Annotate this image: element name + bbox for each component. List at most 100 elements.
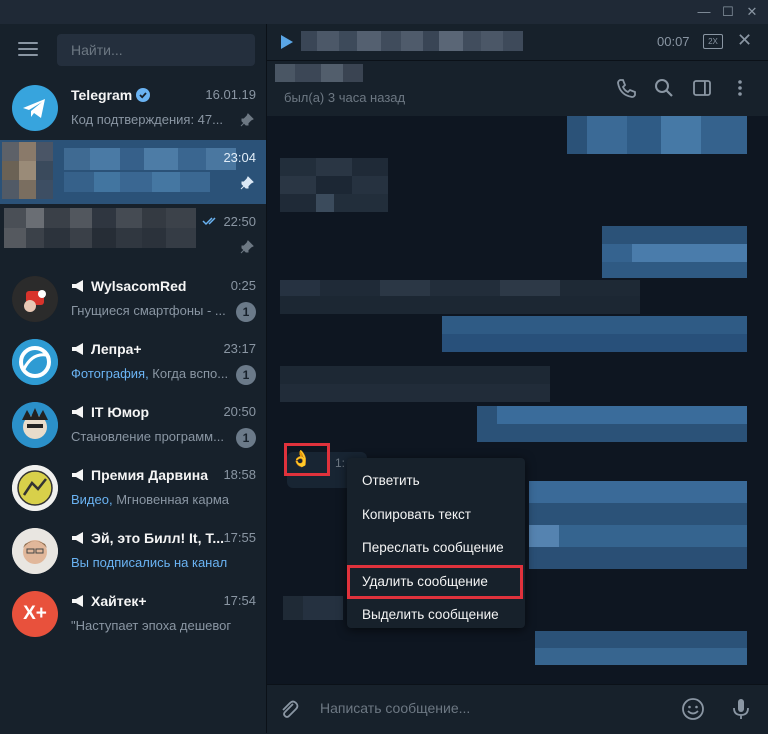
unread-badge: 1 bbox=[236, 365, 256, 385]
attach-icon[interactable] bbox=[277, 697, 301, 721]
blurred-avatar bbox=[2, 142, 53, 199]
chat-preview: Становление программ... bbox=[71, 429, 224, 444]
chat-time: 23:17 bbox=[223, 341, 256, 356]
player-close-icon[interactable]: ✕ bbox=[737, 30, 752, 51]
bill-avatar bbox=[12, 528, 58, 574]
chat-time: 17:55 bbox=[223, 530, 256, 545]
blurred-contact-name bbox=[275, 64, 363, 82]
hightech-avatar: X+ bbox=[12, 591, 58, 637]
chat-name: WylsacomRed bbox=[71, 278, 186, 294]
menu-item-select[interactable]: Выделить сообщение bbox=[347, 598, 525, 632]
contact-status: был(а) 3 часа назад bbox=[284, 90, 406, 105]
chat-time: 18:58 bbox=[223, 467, 256, 482]
chat-item-lepra[interactable]: Лепра+ 23:17 Фотография, Когда вспо... 1 bbox=[0, 331, 266, 394]
message-time: 1: bbox=[335, 456, 346, 470]
chat-item-active[interactable]: 23:04 bbox=[0, 140, 266, 204]
chat-item-hightech[interactable]: X+ Хайтек+ 17:54 "Наступает эпоха дешево… bbox=[0, 583, 266, 646]
megaphone-icon bbox=[72, 343, 83, 355]
chat-time: 20:50 bbox=[223, 404, 256, 419]
chat-name: Хайтек+ bbox=[71, 593, 147, 609]
message-bubble-outgoing bbox=[567, 116, 747, 154]
player-time: 00:07 bbox=[657, 34, 690, 49]
wylsacomred-avatar bbox=[12, 276, 58, 322]
search-input[interactable]: Найти... bbox=[57, 34, 255, 66]
sidebar-toggle-icon[interactable] bbox=[691, 77, 713, 99]
message-bubble-outgoing bbox=[477, 406, 747, 442]
blurred-chat-content bbox=[4, 208, 196, 248]
chat-preview: "Наступает эпоха дешевого... bbox=[71, 618, 231, 633]
menu-item-reply[interactable]: Ответить bbox=[347, 464, 525, 498]
hamburger-menu-icon[interactable] bbox=[18, 42, 38, 56]
message-bubble-outgoing bbox=[535, 631, 747, 665]
chat-preview: Гнущиеся смартфоны - ... bbox=[71, 303, 226, 318]
chat-time: 23:04 bbox=[223, 150, 256, 165]
chat-name: Эй, это Билл! It, T... bbox=[71, 530, 224, 546]
chat-list-sidebar: Найти... Telegram 16.01.19 Код подтвержд… bbox=[0, 24, 267, 733]
chat-preview: Код подтверждения: 47... bbox=[71, 112, 223, 127]
menu-item-copy-text[interactable]: Копировать текст bbox=[347, 498, 525, 532]
chat-item-telegram[interactable]: Telegram 16.01.19 Код подтверждения: 47.… bbox=[0, 77, 266, 139]
chat-name: Telegram bbox=[71, 87, 151, 103]
chat-preview: Видео, Мгновенная карма з... bbox=[71, 492, 231, 507]
message-input[interactable]: Написать сообщение... bbox=[320, 700, 470, 716]
microphone-icon[interactable] bbox=[729, 697, 753, 721]
chat-name: Премия Дарвина bbox=[71, 467, 208, 483]
chat-preview: Фотография, Когда вспо... bbox=[71, 366, 229, 381]
message-bubble-outgoing bbox=[602, 226, 747, 278]
message-bubble-incoming bbox=[280, 366, 550, 402]
chat-main-panel: 00:07 2X ✕ был(а) 3 часа назад 👌 1: Отве… bbox=[267, 24, 768, 734]
pin-icon bbox=[240, 113, 254, 127]
verified-icon bbox=[136, 88, 151, 102]
play-icon[interactable] bbox=[280, 34, 294, 50]
chat-time: 17:54 bbox=[223, 593, 256, 608]
it-humor-avatar bbox=[12, 402, 58, 448]
chat-item-darwin-award[interactable]: Премия Дарвина 18:58 Видео, Мгновенная к… bbox=[0, 457, 266, 520]
playback-speed-button[interactable]: 2X bbox=[703, 34, 723, 49]
chat-name: Лепра+ bbox=[71, 341, 142, 357]
emoji-icon[interactable] bbox=[681, 697, 705, 721]
minimize-button[interactable]: — bbox=[694, 2, 714, 22]
lepra-avatar bbox=[12, 339, 58, 385]
chat-item-blurred[interactable]: 22:50 bbox=[0, 204, 266, 268]
darwin-award-avatar bbox=[12, 465, 58, 511]
chat-item-wylsacomred[interactable]: WylsacomRed 0:25 Гнущиеся смартфоны - ..… bbox=[0, 268, 266, 331]
chat-item-it-humor[interactable]: IT Юмор 20:50 Становление программ... 1 bbox=[0, 394, 266, 457]
pin-icon bbox=[240, 240, 254, 254]
unread-badge: 1 bbox=[236, 302, 256, 322]
menu-item-forward[interactable]: Переслать сообщение bbox=[347, 531, 525, 565]
message-bubble-outgoing bbox=[529, 481, 747, 569]
telegram-avatar bbox=[12, 85, 58, 131]
megaphone-icon bbox=[72, 469, 83, 481]
maximize-button[interactable]: ☐ bbox=[718, 2, 738, 22]
unread-badge: 1 bbox=[236, 428, 256, 448]
search-icon[interactable] bbox=[653, 77, 675, 99]
blurred-track-title bbox=[301, 31, 523, 51]
megaphone-icon bbox=[72, 280, 83, 292]
emoji-highlight-frame bbox=[284, 443, 330, 476]
message-bubble-incoming bbox=[283, 596, 343, 620]
audio-player-bar: 00:07 2X ✕ bbox=[267, 24, 768, 61]
delete-highlight-frame bbox=[347, 565, 523, 599]
close-window-button[interactable]: ✕ bbox=[742, 2, 762, 22]
message-input-bar: Написать сообщение... bbox=[267, 684, 768, 734]
message-bubble-outgoing bbox=[442, 316, 747, 352]
pin-icon bbox=[240, 176, 254, 190]
megaphone-icon bbox=[72, 532, 83, 544]
message-bubble-incoming bbox=[280, 158, 388, 212]
phone-icon[interactable] bbox=[615, 77, 637, 99]
message-area: 👌 1: Ответить Копировать текст Переслать… bbox=[267, 116, 768, 684]
megaphone-icon bbox=[72, 595, 83, 607]
chat-time: 22:50 bbox=[223, 214, 256, 229]
double-check-icon bbox=[202, 217, 216, 226]
chat-time: 16.01.19 bbox=[205, 87, 256, 102]
chat-name: IT Юмор bbox=[71, 404, 149, 420]
chat-item-bill[interactable]: Эй, это Билл! It, T... 17:55 Вы подписал… bbox=[0, 520, 266, 583]
blurred-chat-preview bbox=[64, 172, 210, 192]
more-vertical-icon[interactable] bbox=[729, 77, 751, 99]
blurred-chat-text bbox=[64, 148, 236, 170]
message-bubble-incoming bbox=[280, 280, 640, 314]
chat-time: 0:25 bbox=[230, 278, 256, 293]
message-context-menu: Ответить Копировать текст Переслать сооб… bbox=[347, 458, 525, 628]
megaphone-icon bbox=[72, 406, 83, 418]
title-bar: — ☐ ✕ bbox=[0, 0, 768, 24]
